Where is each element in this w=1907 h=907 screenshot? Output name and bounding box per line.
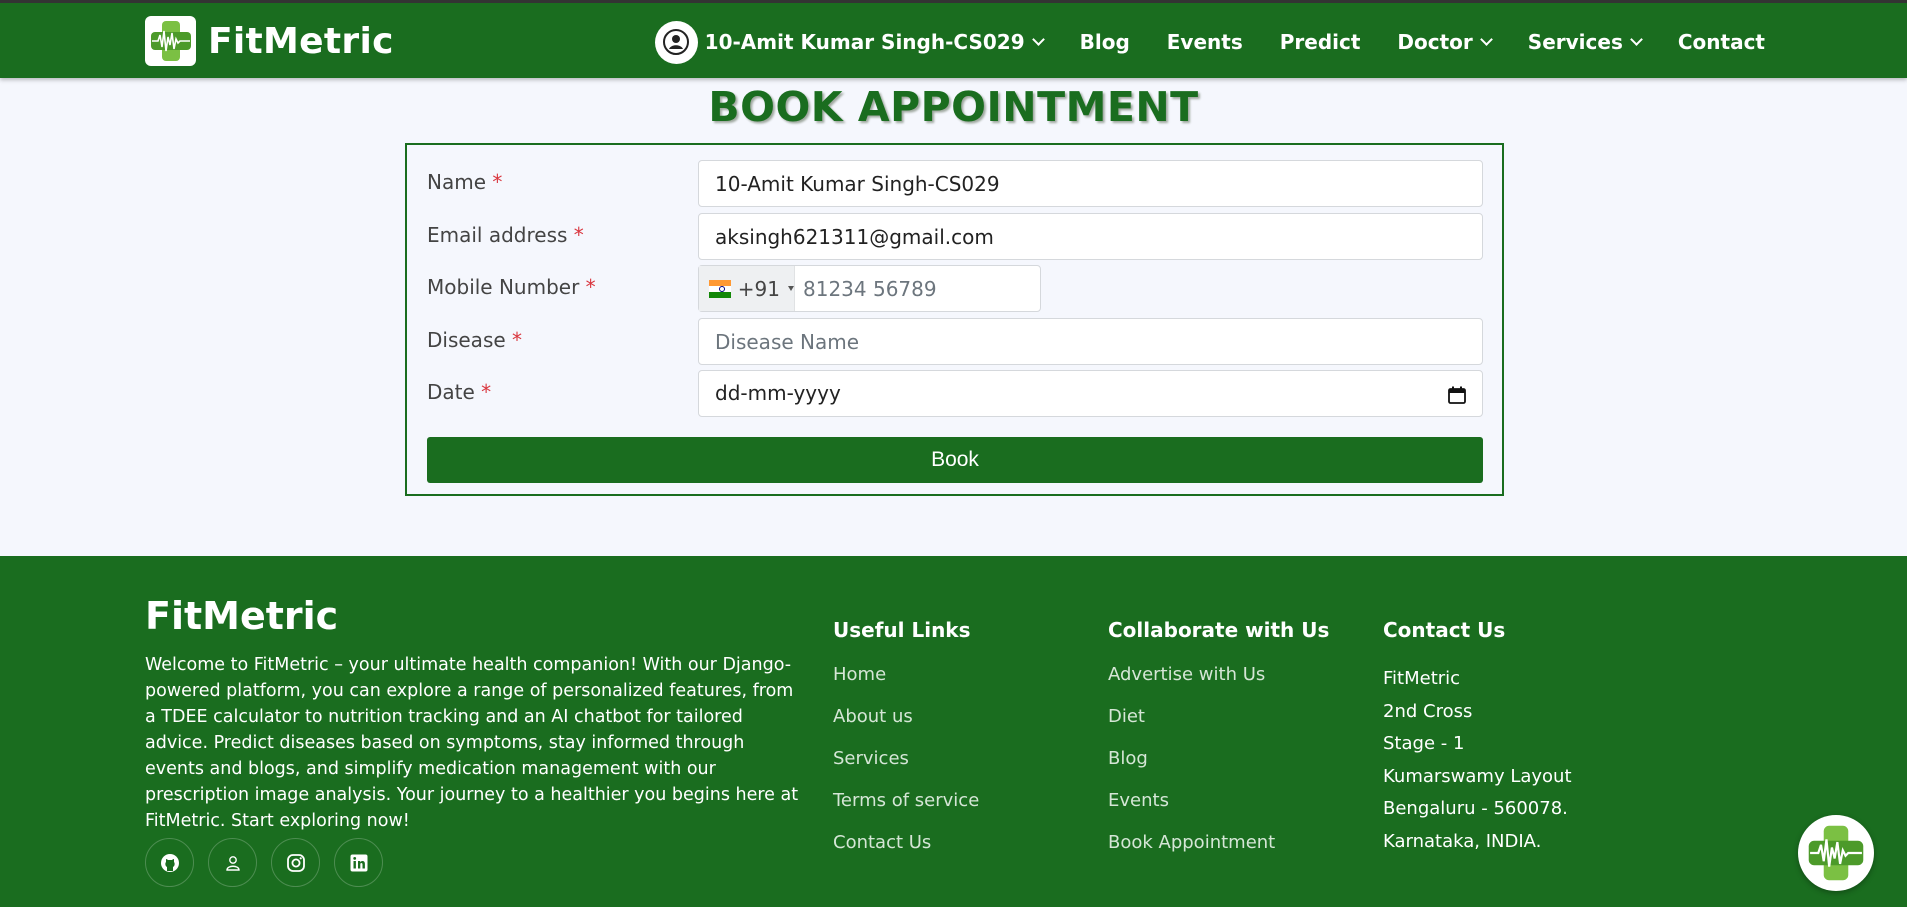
- user-menu[interactable]: 10-Amit Kumar Singh-CS029: [654, 20, 1045, 64]
- date-label: Date *: [427, 380, 491, 404]
- disease-input[interactable]: [698, 318, 1483, 365]
- dropdown-arrow-icon: [788, 286, 794, 291]
- collaborate-title: Collaborate with Us: [1108, 618, 1330, 642]
- mobile-label-text: Mobile Number: [427, 275, 580, 299]
- useful-links-title: Useful Links: [833, 618, 971, 642]
- footer-link-blog[interactable]: Blog: [1108, 748, 1329, 790]
- nav-services[interactable]: Services: [1527, 30, 1643, 54]
- nav-doctor[interactable]: Doctor: [1397, 30, 1493, 54]
- contact-column: Contact Us FitMetric 2nd Cross Stage - 1…: [1383, 618, 1572, 863]
- appointment-form: Name * Email address * Mobile Number * +…: [405, 143, 1504, 496]
- footer-link-events[interactable]: Events: [1108, 790, 1329, 832]
- brand-name: FitMetric: [208, 20, 394, 62]
- required-mark: *: [573, 223, 584, 247]
- linkedin-icon[interactable]: [334, 838, 383, 887]
- disease-label: Disease *: [427, 328, 522, 352]
- email-row: Email address *: [427, 213, 1483, 260]
- user-name: 10-Amit Kumar Singh-CS029: [704, 30, 1025, 54]
- footer-about-text: Welcome to FitMetric – your ultimate hea…: [145, 655, 799, 831]
- email-label: Email address *: [427, 223, 584, 247]
- user-icon[interactable]: [208, 838, 257, 887]
- name-row: Name *: [427, 160, 1483, 207]
- footer-link-about[interactable]: About us: [833, 706, 979, 748]
- calendar-icon[interactable]: [1448, 385, 1466, 409]
- footer: FitMetric Welcome to FitMetric – your ul…: [0, 556, 1907, 907]
- footer-link-terms[interactable]: Terms of service: [833, 790, 979, 832]
- contact-line: Kumarswamy Layout: [1383, 765, 1572, 787]
- footer-link-book-appointment[interactable]: Book Appointment: [1108, 832, 1329, 874]
- required-mark: *: [512, 328, 523, 352]
- date-label-text: Date: [427, 380, 475, 404]
- name-label: Name *: [427, 170, 502, 194]
- country-code: +91: [737, 276, 780, 301]
- social-links: [145, 838, 397, 887]
- india-flag-icon: [709, 279, 731, 298]
- nav-blog[interactable]: Blog: [1080, 30, 1130, 54]
- collaborate-column: Collaborate with Us Advertise with Us Di…: [1108, 618, 1329, 874]
- footer-link-advertise[interactable]: Advertise with Us: [1108, 664, 1329, 706]
- footer-link-contact[interactable]: Contact Us: [833, 832, 979, 874]
- fitmetric-logo-icon: [145, 16, 196, 66]
- country-code-select[interactable]: +91: [699, 266, 795, 311]
- contact-line: FitMetric: [1383, 668, 1461, 689]
- email-input[interactable]: [698, 213, 1483, 260]
- nav-events[interactable]: Events: [1167, 30, 1243, 54]
- mobile-input[interactable]: [795, 266, 1052, 311]
- date-input[interactable]: dd-mm-yyyy: [698, 370, 1483, 417]
- mobile-field: +91: [698, 265, 1052, 312]
- page-title: BOOK APPOINTMENT: [708, 83, 1199, 131]
- user-avatar-icon: [654, 20, 698, 64]
- footer-link-home[interactable]: Home: [833, 664, 979, 706]
- name-input[interactable]: [698, 160, 1483, 207]
- date-placeholder: dd-mm-yyyy: [715, 381, 841, 405]
- contact-line: Bengaluru - 560078.: [1383, 798, 1568, 819]
- useful-links-column: Useful Links Home About us Services Term…: [833, 618, 979, 874]
- contact-line: Karnataka, INDIA.: [1383, 830, 1542, 852]
- contact-title: Contact Us: [1383, 618, 1506, 642]
- instagram-icon[interactable]: [271, 838, 320, 887]
- mobile-row: Mobile Number * +91: [427, 265, 1483, 312]
- mobile-label: Mobile Number *: [427, 275, 596, 299]
- disease-row: Disease *: [427, 318, 1483, 365]
- required-mark: *: [481, 380, 492, 404]
- chevron-down-icon: [1031, 32, 1045, 46]
- date-row: Date * dd-mm-yyyy: [427, 370, 1483, 417]
- nav-doctor-label: Doctor: [1397, 30, 1473, 54]
- disease-label-text: Disease: [427, 328, 506, 352]
- required-mark: *: [585, 275, 596, 299]
- name-label-text: Name: [427, 170, 487, 194]
- chevron-down-icon: [1479, 32, 1493, 46]
- brand-link[interactable]: FitMetric: [145, 16, 394, 66]
- contact-line: Stage - 1: [1383, 733, 1465, 754]
- nav-contact[interactable]: Contact: [1678, 30, 1765, 54]
- footer-brand: FitMetric: [145, 594, 339, 638]
- top-navbar: FitMetric 10-Amit Kumar Singh-CS029 Blog…: [0, 0, 1907, 78]
- chatbot-launcher-icon[interactable]: [1798, 815, 1874, 891]
- nav-predict[interactable]: Predict: [1280, 30, 1361, 54]
- main-nav: 10-Amit Kumar Singh-CS029 Blog Events Pr…: [654, 20, 1765, 64]
- footer-link-services[interactable]: Services: [833, 748, 979, 790]
- email-label-text: Email address: [427, 223, 568, 247]
- required-mark: *: [492, 170, 503, 194]
- github-icon[interactable]: [145, 838, 194, 887]
- book-button[interactable]: Book: [427, 437, 1483, 483]
- chevron-down-icon: [1629, 32, 1643, 46]
- nav-services-label: Services: [1527, 30, 1623, 54]
- footer-link-diet[interactable]: Diet: [1108, 706, 1329, 748]
- contact-line: 2nd Cross: [1383, 700, 1473, 722]
